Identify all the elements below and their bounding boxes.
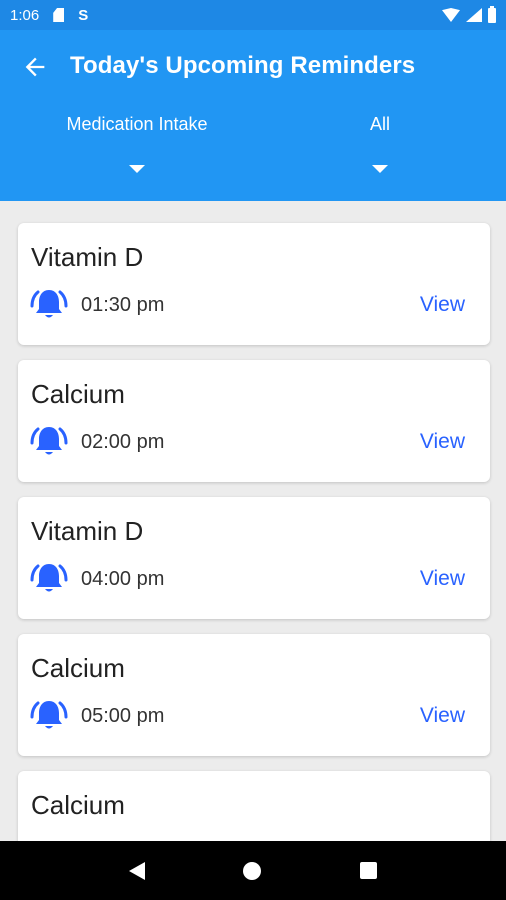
reminder-name: Calcium: [31, 790, 125, 820]
view-button[interactable]: View: [420, 567, 465, 591]
reminder-card: Calcium 05:00 pm View: [18, 634, 490, 756]
reminder-card: Calcium 02:00 pm View: [18, 360, 490, 482]
alarm-bell-icon: [30, 290, 68, 318]
signal-icon: [466, 8, 482, 22]
reminder-name: Vitamin D: [31, 242, 144, 272]
reminder-list[interactable]: Vitamin D 01:30 pm View Calcium 02:00 pm…: [0, 201, 506, 841]
reminder-name: Calcium: [31, 379, 125, 409]
system-icons: [442, 5, 496, 23]
scope-label: All: [369, 114, 390, 134]
view-button[interactable]: View: [420, 293, 465, 317]
status-time: 1:06: [10, 6, 40, 24]
arrow-left-icon: [25, 57, 45, 77]
status-bar: 1:06 S: [0, 0, 506, 30]
medication-type-dropdown[interactable]: Medication Intake: [60, 114, 214, 173]
page-title: Today's Upcoming Reminders: [70, 52, 416, 79]
s-app-icon: S: [78, 6, 89, 24]
medication-type-label: Medication Intake: [66, 114, 208, 134]
reminder-card: Vitamin D 01:30 pm View: [18, 223, 490, 345]
reminder-time: 01:30 pm: [81, 294, 165, 316]
system-navigation-bar: [0, 841, 506, 900]
reminder-time: 02:00 pm: [81, 431, 165, 453]
nav-back-icon[interactable]: [129, 861, 146, 880]
view-button[interactable]: View: [420, 430, 465, 454]
reminder-name: Vitamin D: [31, 516, 144, 546]
alarm-bell-icon: [30, 701, 68, 729]
chevron-down-icon: [372, 165, 388, 173]
notification-icons: S: [53, 8, 88, 23]
reminder-time: 04:00 pm: [81, 568, 165, 590]
nav-recents-icon[interactable]: [359, 862, 377, 879]
view-button[interactable]: View: [420, 704, 465, 728]
alarm-bell-icon: [30, 564, 68, 592]
reminder-name: Calcium: [31, 653, 125, 683]
battery-icon: [488, 5, 496, 23]
scope-dropdown[interactable]: All: [338, 114, 422, 173]
chevron-down-icon: [129, 165, 145, 173]
nav-home-icon[interactable]: [243, 861, 262, 880]
wifi-icon: [442, 8, 460, 22]
reminder-time: 05:00 pm: [81, 705, 165, 727]
back-button[interactable]: [18, 50, 52, 84]
sim-card-icon: [53, 8, 65, 22]
alarm-bell-icon: [30, 427, 68, 455]
app-bar: Today's Upcoming Reminders Medication In…: [0, 30, 506, 201]
reminder-card: Calcium: [18, 771, 490, 841]
reminder-card: Vitamin D 04:00 pm View: [18, 497, 490, 619]
